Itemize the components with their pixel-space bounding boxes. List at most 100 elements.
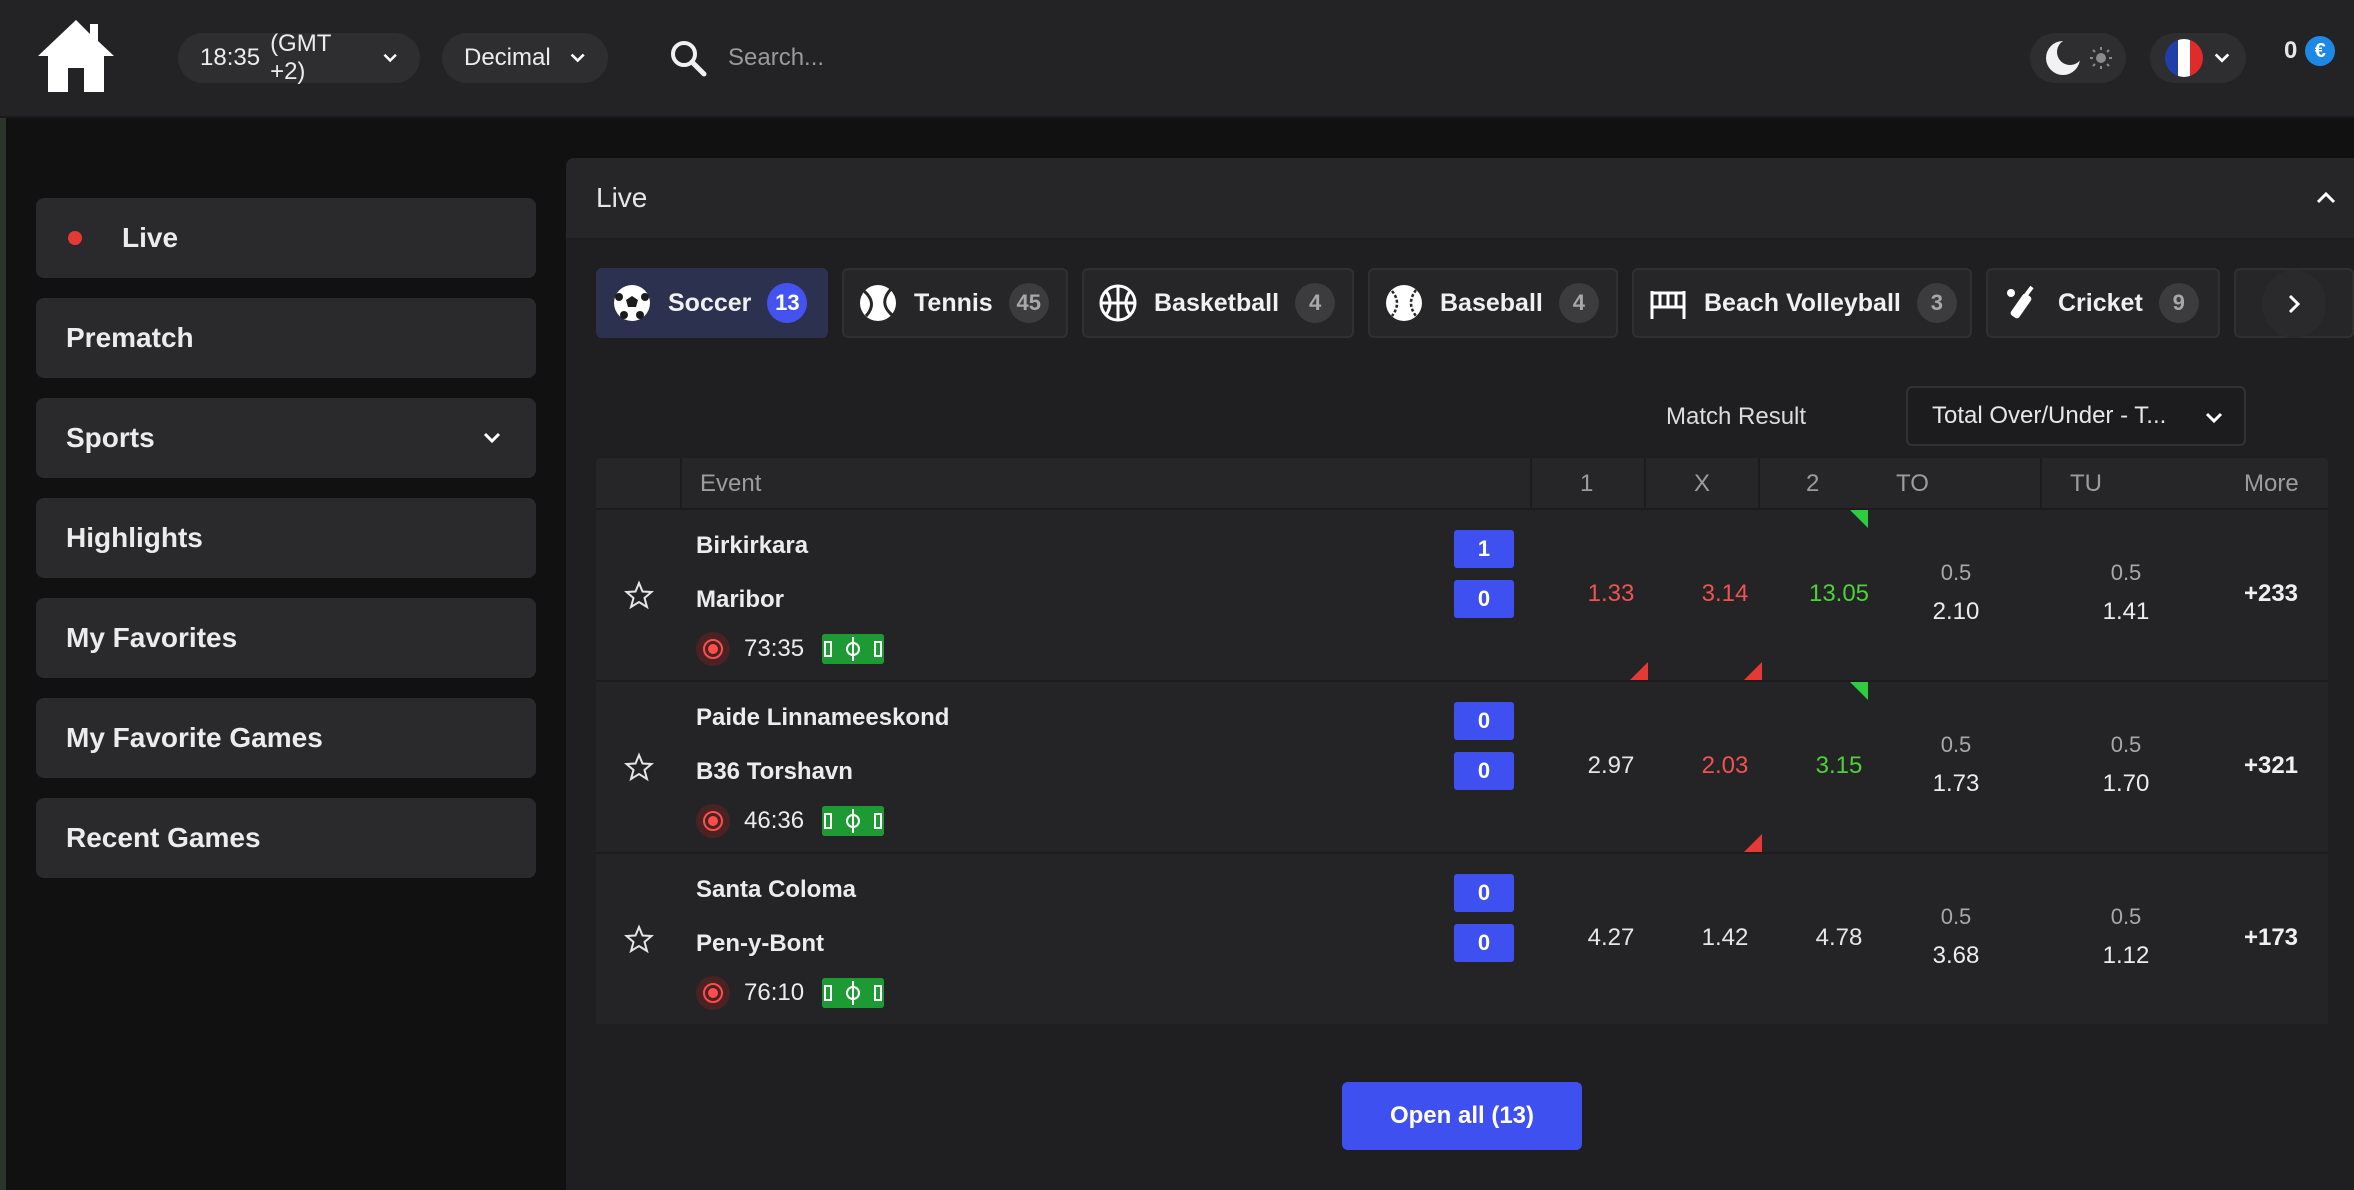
more-markets-link[interactable]: +321 xyxy=(2226,752,2316,780)
total-odd: 1.70 xyxy=(2102,770,2150,797)
total-over[interactable]: 0.5 3.68 xyxy=(1896,854,2016,970)
match-clock: 73:35 xyxy=(744,635,805,662)
time-value: 18:35 xyxy=(200,44,261,71)
total-over[interactable]: 0.5 1.73 xyxy=(1896,682,2016,798)
balance-value: 0 xyxy=(2284,37,2298,64)
cricket-bat-icon xyxy=(2007,285,2034,319)
chevron-down-icon xyxy=(570,53,585,63)
sun-icon xyxy=(2090,47,2112,69)
odds-down-indicator xyxy=(1744,834,1762,852)
basketball-icon xyxy=(1099,284,1137,322)
total-over[interactable]: 0.5 2.10 xyxy=(1896,510,2016,626)
col-event: Event xyxy=(700,470,762,497)
tab-baseball[interactable]: Baseball 4 xyxy=(1368,268,1618,338)
sidebar-item-my-favorites[interactable]: My Favorites xyxy=(36,598,536,678)
total-odd: 2.10 xyxy=(1932,598,1980,625)
total-line: 0.5 xyxy=(2110,560,2142,585)
panel-title: Live xyxy=(596,182,648,213)
sidebar-item-live[interactable]: Live xyxy=(36,198,536,278)
sidebar-item-prematch[interactable]: Prematch xyxy=(36,298,536,378)
sidebar-item-label: Highlights xyxy=(66,522,203,553)
more-markets-link[interactable]: +173 xyxy=(2226,924,2316,952)
team-away: Pen-y-Bont xyxy=(696,930,824,957)
chevron-up-icon[interactable] xyxy=(2314,186,2338,210)
total-under[interactable]: 0.5 1.12 xyxy=(2066,854,2186,970)
volleyball-net-icon xyxy=(1650,291,1686,319)
odd-1[interactable]: 2.97 xyxy=(1556,752,1666,780)
language-select[interactable] xyxy=(2150,33,2246,83)
sidebar-item-recent-games[interactable]: Recent Games xyxy=(36,798,536,878)
tab-count: 3 xyxy=(1916,283,1957,323)
odd-2[interactable]: 3.15 xyxy=(1784,752,1894,780)
col-tu: TU xyxy=(2070,470,2102,497)
total-under[interactable]: 0.5 1.70 xyxy=(2066,682,2186,798)
col-2: 2 xyxy=(1806,470,1820,497)
total-line: 0.5 xyxy=(2110,904,2142,929)
total-odd: 1.73 xyxy=(1932,770,1980,797)
sport-tabs: Soccer 13 Tennis 45 Basketball 4 Basebal… xyxy=(596,268,2354,340)
odd-1[interactable]: 4.27 xyxy=(1556,924,1666,952)
open-all-button[interactable]: Open all (13) xyxy=(1342,1082,1582,1150)
tennis-ball-icon xyxy=(860,285,896,321)
panel-header[interactable]: Live xyxy=(566,158,2354,238)
market-select[interactable]: Total Over/Under - T... xyxy=(1906,386,2246,446)
left-edge-strip xyxy=(0,118,6,1190)
soccer-pitch-icon[interactable] xyxy=(822,634,885,664)
timezone-value: (GMT +2) xyxy=(270,30,331,85)
search-bar[interactable] xyxy=(668,32,1268,84)
total-odd: 1.41 xyxy=(2102,598,2150,625)
chevron-right-icon xyxy=(2288,294,2301,314)
tab-tennis[interactable]: Tennis 45 xyxy=(842,268,1068,338)
chevron-down-icon xyxy=(383,53,397,63)
sidebar-item-label: Prematch xyxy=(66,322,194,353)
search-input[interactable] xyxy=(728,44,1228,72)
divider xyxy=(680,458,682,508)
soccer-pitch-icon[interactable] xyxy=(822,806,885,836)
tab-label: Soccer xyxy=(668,288,752,317)
table-row[interactable]: Birkirkara Maribor 73:35 1 0 1.33 3.14 1… xyxy=(596,508,2328,680)
score-away: 0 xyxy=(1454,924,1514,962)
sidebar-item-label: My Favorites xyxy=(66,622,238,653)
odds-format-value: Decimal xyxy=(464,44,551,71)
tab-label: Tennis xyxy=(914,288,993,317)
timezone-select[interactable]: 18:35 (GMT +2) xyxy=(178,30,420,85)
live-stream-icon xyxy=(696,632,730,666)
sidebar-item-sports[interactable]: Sports xyxy=(36,398,536,478)
tab-cricket[interactable]: Cricket 9 xyxy=(1986,268,2220,338)
total-under[interactable]: 0.5 1.41 xyxy=(2066,510,2186,626)
tabs-scroll-right-button[interactable] xyxy=(2262,270,2326,338)
more-markets-link[interactable]: +233 xyxy=(2226,580,2316,608)
odd-2[interactable]: 13.05 xyxy=(1784,580,1894,608)
team-away: B36 Torshavn xyxy=(696,758,853,785)
sidebar-item-highlights[interactable]: Highlights xyxy=(36,498,536,578)
star-icon[interactable] xyxy=(624,924,654,954)
table-row[interactable]: Santa Coloma Pen-y-Bont 76:10 0 0 4.27 1… xyxy=(596,852,2328,1024)
match-time: 73:35 xyxy=(696,632,885,666)
tab-label: Cricket xyxy=(2058,288,2143,317)
team-away: Maribor xyxy=(696,586,785,613)
match-time: 46:36 xyxy=(696,804,885,838)
theme-toggle[interactable] xyxy=(2030,33,2126,83)
tab-soccer[interactable]: Soccer 13 xyxy=(596,268,828,338)
odd-x[interactable]: 2.03 xyxy=(1670,752,1780,780)
sidebar-item-my-favorite-games[interactable]: My Favorite Games xyxy=(36,698,536,778)
table-row[interactable]: Paide Linnameeskond B36 Torshavn 46:36 0… xyxy=(596,680,2328,852)
odd-x[interactable]: 1.42 xyxy=(1670,924,1780,952)
odd-2[interactable]: 4.78 xyxy=(1784,924,1894,952)
odds-format-select[interactable]: Decimal xyxy=(442,33,608,83)
total-line: 0.5 xyxy=(1940,904,1972,929)
score-home: 0 xyxy=(1454,874,1514,912)
odd-1[interactable]: 1.33 xyxy=(1556,580,1666,608)
tab-count: 4 xyxy=(1558,283,1599,323)
star-icon[interactable] xyxy=(624,752,654,782)
soccer-pitch-icon[interactable] xyxy=(822,978,885,1008)
home-icon[interactable] xyxy=(36,18,116,94)
tab-basketball[interactable]: Basketball 4 xyxy=(1082,268,1354,338)
odd-x[interactable]: 3.14 xyxy=(1670,580,1780,608)
balance[interactable]: 0 € xyxy=(2284,36,2336,66)
sidebar-item-label: Recent Games xyxy=(66,822,261,853)
tab-beach-volleyball[interactable]: Beach Volleyball 3 xyxy=(1632,268,1972,338)
tab-label: Basketball xyxy=(1154,288,1280,317)
star-icon[interactable] xyxy=(624,580,654,610)
col-to: TO xyxy=(1896,470,1929,497)
